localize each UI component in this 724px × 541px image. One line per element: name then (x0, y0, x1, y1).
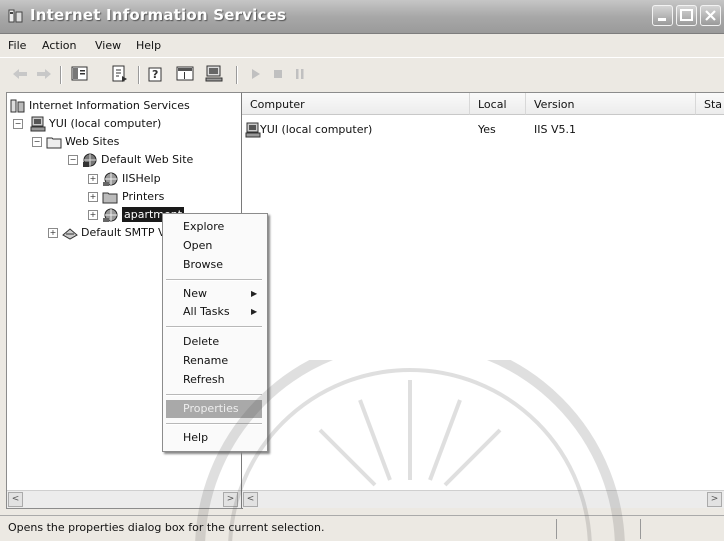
help-icon[interactable]: ? (146, 64, 166, 84)
stop-icon[interactable] (268, 64, 288, 84)
status-bar: Opens the properties dialog box for the … (0, 515, 724, 541)
computer-icon[interactable] (204, 64, 224, 84)
back-icon[interactable] (10, 64, 30, 84)
menu-item-properties[interactable]: Properties (183, 402, 239, 415)
tree-label: Web Sites (65, 135, 120, 148)
iis-app-icon (10, 99, 25, 113)
forward-icon[interactable] (34, 64, 54, 84)
menu-separator (166, 279, 262, 281)
menu-item-open[interactable]: Open (183, 239, 212, 252)
export-list-icon[interactable] (110, 64, 130, 84)
column-label: Computer (250, 98, 305, 111)
menu-file[interactable]: File (8, 39, 26, 52)
column-header-local[interactable]: Local (470, 93, 526, 115)
minimize-button[interactable] (652, 5, 673, 26)
toolbar: ? (0, 57, 724, 90)
properties-icon[interactable] (175, 64, 195, 84)
status-divider (640, 519, 641, 539)
scroll-right-icon[interactable]: > (707, 492, 722, 507)
column-header-version[interactable]: Version (526, 93, 696, 115)
maximize-icon (680, 9, 693, 21)
folder-icon (102, 192, 118, 204)
menu-item-browse[interactable]: Browse (183, 258, 223, 271)
list-horizontal-scrollbar[interactable]: < > (242, 490, 724, 508)
close-button[interactable] (700, 5, 721, 26)
toolbar-separator (138, 66, 140, 84)
menu-item-all-tasks[interactable]: All Tasks (183, 305, 230, 318)
context-menu: Explore Open Browse New ▶ All Tasks ▶ De… (162, 213, 268, 452)
tree-label: Internet Information Services (29, 99, 190, 112)
tree-label: Printers (122, 190, 165, 203)
window-title: Internet Information Services (30, 6, 287, 24)
menu-bar: File Action View Help (0, 34, 724, 56)
menu-separator (166, 326, 262, 328)
minimize-icon (658, 18, 666, 21)
title-bar[interactable]: Internet Information Services (0, 0, 724, 34)
menu-help[interactable]: Help (136, 39, 161, 52)
expand-icon[interactable]: + (88, 210, 98, 220)
pause-icon[interactable] (290, 64, 310, 84)
menu-item-refresh[interactable]: Refresh (183, 373, 225, 386)
iis-app-icon (8, 9, 23, 23)
toolbar-separator (236, 66, 238, 84)
show-hide-tree-icon[interactable] (70, 64, 90, 84)
expand-icon[interactable]: + (88, 192, 98, 202)
submenu-arrow-icon: ▶ (251, 307, 258, 316)
collapse-icon[interactable]: − (32, 137, 42, 147)
column-header-status[interactable]: Sta (696, 93, 724, 115)
collapse-icon[interactable]: − (13, 119, 23, 129)
expand-icon[interactable]: + (88, 174, 98, 184)
menu-item-help[interactable]: Help (183, 431, 208, 444)
scroll-left-icon[interactable]: < (8, 492, 23, 507)
scroll-left-icon[interactable]: < (243, 492, 258, 507)
maximize-button[interactable] (676, 5, 697, 26)
cell-local: Yes (478, 123, 496, 136)
cell-version: IIS V5.1 (534, 123, 576, 136)
scroll-right-icon[interactable]: > (223, 492, 238, 507)
virtual-directory-icon (103, 208, 118, 222)
folder-icon (46, 137, 62, 149)
status-text: Opens the properties dialog box for the … (8, 521, 325, 534)
menu-item-explore[interactable]: Explore (183, 220, 224, 233)
submenu-arrow-icon: ▶ (251, 289, 258, 298)
collapse-icon[interactable]: − (68, 155, 78, 165)
tree-label: IISHelp (122, 172, 161, 185)
svg-text:?: ? (152, 68, 158, 81)
cell-computer: YUI (local computer) (260, 123, 373, 136)
expand-icon[interactable]: + (48, 228, 58, 238)
column-label: Version (534, 98, 575, 111)
menu-view[interactable]: View (95, 39, 121, 52)
smtp-server-icon (62, 228, 78, 240)
menu-separator (166, 394, 262, 396)
column-header-computer[interactable]: Computer (242, 93, 470, 115)
computer-icon (30, 116, 46, 132)
menu-separator (166, 423, 262, 425)
close-icon (705, 10, 716, 21)
menu-item-delete[interactable]: Delete (183, 335, 219, 348)
website-icon (83, 153, 97, 167)
computer-icon (245, 122, 261, 138)
toolbar-separator (60, 66, 62, 84)
tree-label: YUI (local computer) (49, 117, 162, 130)
status-divider (556, 519, 557, 539)
menu-action[interactable]: Action (42, 39, 76, 52)
column-label: Local (478, 98, 507, 111)
tree-label: Default Web Site (101, 153, 194, 166)
menu-item-rename[interactable]: Rename (183, 354, 228, 367)
list-pane[interactable]: Computer Local Version Sta YUI (local co… (242, 92, 724, 508)
virtual-directory-icon (103, 172, 118, 186)
start-icon[interactable] (246, 64, 266, 84)
column-label: Sta (704, 98, 723, 111)
iis-window: Internet Information Services File Actio… (0, 0, 724, 541)
tree-horizontal-scrollbar[interactable]: < > (7, 490, 241, 508)
menu-item-new[interactable]: New (183, 287, 207, 300)
